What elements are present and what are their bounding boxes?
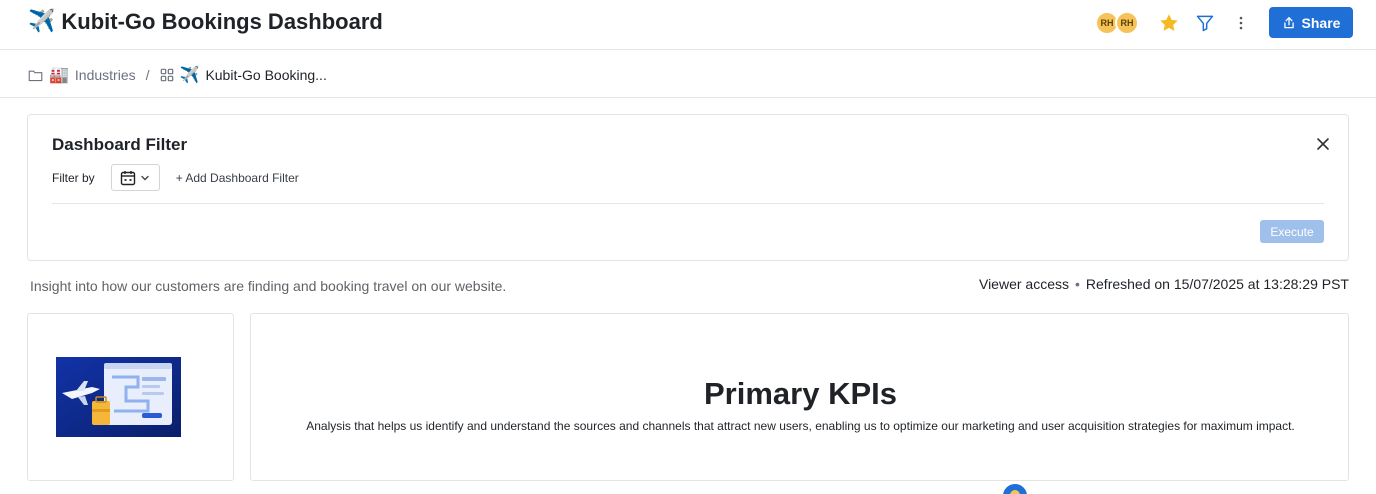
close-filter-button[interactable]	[1314, 135, 1332, 153]
breadcrumb-current[interactable]: Kubit-Go Booking...	[205, 67, 326, 83]
airplane-emoji-icon: ✈️	[28, 9, 56, 34]
travel-booking-illustration	[56, 357, 181, 437]
execute-button[interactable]: Execute	[1260, 220, 1324, 243]
dashboard-title[interactable]: Kubit-Go Bookings Dashboard	[61, 9, 382, 35]
more-options-button[interactable]	[1223, 7, 1259, 38]
dashboard-grid-icon	[160, 68, 173, 82]
folder-icon	[28, 70, 43, 81]
breadcrumb: 🏭 Industries / ✈️ Kubit-Go Booking...	[28, 64, 327, 86]
header-actions: RH RH Share	[1095, 7, 1353, 38]
more-vertical-icon	[1239, 16, 1243, 29]
floating-avatar-badge[interactable]	[1003, 484, 1027, 494]
close-icon	[1317, 138, 1329, 150]
top-header: ✈️ Kubit-Go Bookings Dashboard RH RH Sha…	[0, 0, 1376, 50]
meta-separator: •	[1075, 276, 1080, 292]
filter-button[interactable]	[1187, 7, 1223, 38]
kpi-section-description: Analysis that helps us identify and unde…	[306, 419, 1295, 433]
calendar-icon	[120, 170, 136, 185]
dashboard-filter-panel: Dashboard Filter Filter by + Add Dashboa…	[27, 114, 1349, 261]
share-button[interactable]: Share	[1269, 7, 1353, 38]
dashboard-title-group: ✈️ Kubit-Go Bookings Dashboard	[28, 8, 383, 36]
airplane-emoji-icon: ✈️	[179, 65, 200, 84]
collaborator-avatars[interactable]: RH RH	[1095, 10, 1139, 35]
date-filter-dropdown[interactable]	[110, 164, 160, 191]
dashboard-meta: Viewer access • Refreshed on 15/07/2025 …	[979, 276, 1349, 292]
avatar[interactable]: RH	[1115, 10, 1139, 35]
primary-kpis-card[interactable]: Primary KPIs Analysis that helps us iden…	[250, 313, 1349, 481]
filter-panel-title: Dashboard Filter	[52, 135, 188, 154]
filter-icon	[1196, 15, 1214, 31]
breadcrumb-separator: /	[145, 67, 150, 83]
add-dashboard-filter-button[interactable]: + Add Dashboard Filter	[176, 171, 299, 185]
dashboard-description: Insight into how our customers are findi…	[30, 278, 507, 294]
breadcrumb-industries-link[interactable]: Industries	[75, 67, 136, 83]
refresh-timestamp: Refreshed on 15/07/2025 at 13:28:29 PST	[1085, 276, 1349, 292]
breadcrumb-divider	[0, 97, 1376, 98]
star-icon	[1160, 13, 1178, 31]
filter-by-label: Filter by	[52, 170, 95, 185]
chevron-down-icon	[141, 175, 149, 180]
share-label: Share	[1301, 14, 1341, 31]
image-card[interactable]	[27, 313, 234, 481]
access-level: Viewer access	[978, 276, 1069, 292]
factory-emoji-icon: 🏭	[49, 65, 69, 84]
kpi-section-title: Primary KPIs	[704, 376, 897, 411]
filter-row: Filter by + Add Dashboard Filter	[52, 164, 299, 191]
favorite-star-button[interactable]	[1151, 7, 1187, 38]
filter-panel-divider	[52, 203, 1324, 204]
share-icon	[1283, 16, 1294, 28]
